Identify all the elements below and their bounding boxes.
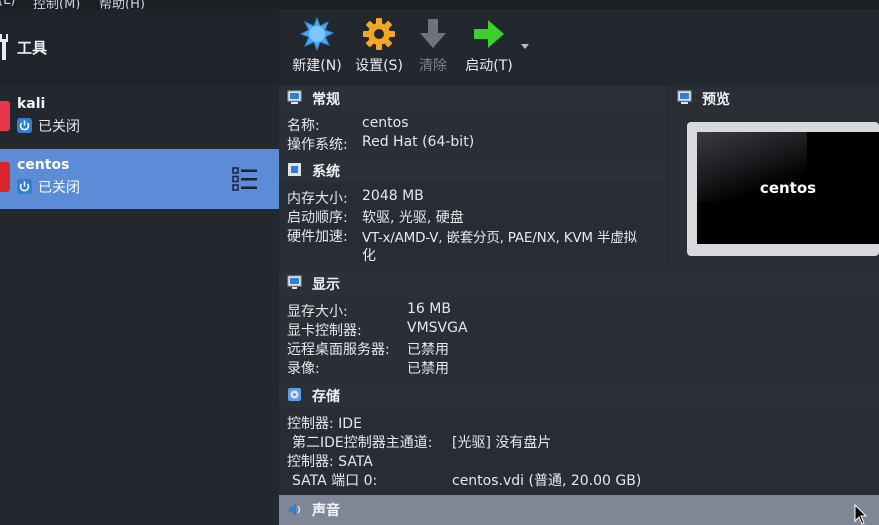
power-off-icon [17, 118, 32, 133]
detail-key: SATA 端口 0: [292, 473, 378, 489]
storage-disk-icon [288, 388, 301, 401]
preview-screen: centos [697, 132, 879, 244]
vm-list-item-kali[interactable]: kali 已关闭 [0, 88, 279, 148]
section-storage: 存储 控制器: IDE 第二IDE控制器主通道: [光驱] 没有盘片 控制器: … [279, 383, 879, 495]
power-off-icon [17, 179, 32, 194]
detail-key: 显卡控制器: [287, 323, 362, 339]
detail-key: 硬件加速: [287, 229, 348, 245]
new-star-icon [300, 17, 334, 51]
vm-name: kali [17, 96, 46, 112]
preview-frame: centos [687, 122, 879, 256]
section-audio: 声音 [279, 495, 879, 525]
mouse-cursor-icon [854, 504, 868, 525]
display-icon [287, 275, 302, 289]
section-header[interactable]: 显示 [279, 271, 879, 295]
menu-control[interactable]: 控制(M) [33, 0, 80, 9]
detail-value: VT-x/AMD-V, 嵌套分页, PAE/NX, KVM 半虚拟 [362, 230, 637, 246]
arrow-down-icon [420, 19, 446, 48]
section-title: 存储 [312, 389, 340, 405]
clear-label: 清除 [419, 58, 447, 74]
settings-label: 设置(S) [355, 58, 403, 74]
chip-icon [288, 163, 301, 176]
detail-value: 已禁用 [407, 342, 449, 358]
vm-name: centos [17, 157, 70, 173]
settings-button[interactable]: 设置(S) [353, 9, 405, 81]
tools-item[interactable]: 工具 [0, 9, 279, 86]
detail-key: 控制器: IDE [287, 416, 362, 432]
toolbar: 新建(N) 设置(S) 清除 启动(T) [279, 9, 879, 86]
section-header[interactable]: 常规 [279, 86, 667, 110]
detail-value: VMSVGA [407, 320, 468, 336]
monitor-icon [287, 90, 302, 104]
new-button[interactable]: 新建(N) [287, 9, 347, 81]
detail-key: 操作系统: [287, 137, 348, 153]
section-header[interactable]: 声音 [279, 495, 879, 525]
section-header[interactable]: 系统 [279, 158, 667, 182]
detail-key: 录像: [287, 361, 320, 377]
section-title: 预览 [702, 92, 730, 108]
section-title: 常规 [312, 92, 340, 108]
section-header[interactable]: 存储 [279, 383, 879, 407]
section-header[interactable]: 预览 [669, 86, 879, 110]
detail-key: 显存大小: [287, 304, 348, 320]
vm-state: 已关闭 [38, 180, 80, 196]
clear-button[interactable]: 清除 [415, 9, 451, 81]
virtualbox-manager-window: (L) 控制(M) 帮助(H) 工具 kali 已关闭 centos [0, 0, 879, 525]
kali-os-icon [0, 101, 10, 131]
detail-value: centos.vdi (普通, 20.00 GB) [452, 473, 642, 489]
new-label: 新建(N) [292, 58, 342, 74]
start-button[interactable]: 启动(T) [462, 9, 516, 81]
detail-value: 已禁用 [407, 361, 449, 377]
detail-value: [光驱] 没有盘片 [452, 435, 552, 451]
section-preview: 预览 centos [669, 86, 879, 270]
detail-value: 软驱, 光驱, 硬盘 [362, 210, 464, 226]
detail-value: Red Hat (64-bit) [362, 134, 475, 150]
monitor-icon [677, 90, 692, 104]
preview-vm-name: centos [759, 179, 817, 197]
start-arrow-icon [474, 20, 504, 48]
detail-key: 名称: [287, 118, 320, 134]
menubar: (L) 控制(M) 帮助(H) [0, 0, 879, 9]
detail-key: 启动顺序: [287, 210, 348, 226]
details-pane: 新建(N) 设置(S) 清除 启动(T) 常规 名称: centos 操作系统:… [279, 9, 879, 525]
tools-label: 工具 [17, 39, 48, 57]
speaker-icon [289, 503, 301, 516]
vm-list-item-centos[interactable]: centos 已关闭 [0, 149, 279, 209]
menu-machine[interactable]: (L) [0, 0, 15, 8]
section-display: 显示 显存大小: 16 MB 显卡控制器: VMSVGA 远程桌面服务器: 已禁… [279, 271, 879, 382]
section-title: 系统 [312, 164, 340, 180]
detail-value: centos [362, 115, 409, 131]
section-title: 显示 [312, 277, 340, 293]
redhat-os-icon [0, 162, 10, 192]
wrench-icon [0, 34, 8, 60]
menu-help[interactable]: 帮助(H) [99, 0, 145, 9]
vm-state: 已关闭 [38, 119, 80, 135]
section-title: 声音 [312, 503, 340, 519]
detail-value: 16 MB [407, 301, 451, 317]
detail-key: 控制器: SATA [287, 454, 373, 470]
section-general: 常规 名称: centos 操作系统: Red Hat (64-bit) [279, 86, 667, 157]
detail-value: 化 [362, 248, 376, 264]
gear-icon [363, 18, 395, 50]
details-menu-icon[interactable] [232, 167, 258, 191]
detail-key: 第二IDE控制器主通道: [292, 435, 433, 451]
section-system: 系统 内存大小: 2048 MB 启动顺序: 软驱, 光驱, 硬盘 硬件加速: … [279, 158, 667, 269]
chevron-down-icon[interactable] [521, 44, 529, 49]
detail-key: 内存大小: [287, 191, 348, 207]
start-label: 启动(T) [465, 58, 513, 74]
detail-key: 远程桌面服务器: [287, 342, 390, 358]
vm-list-pane: 工具 kali 已关闭 centos 已关闭 [0, 9, 279, 525]
detail-value: 2048 MB [362, 188, 424, 204]
